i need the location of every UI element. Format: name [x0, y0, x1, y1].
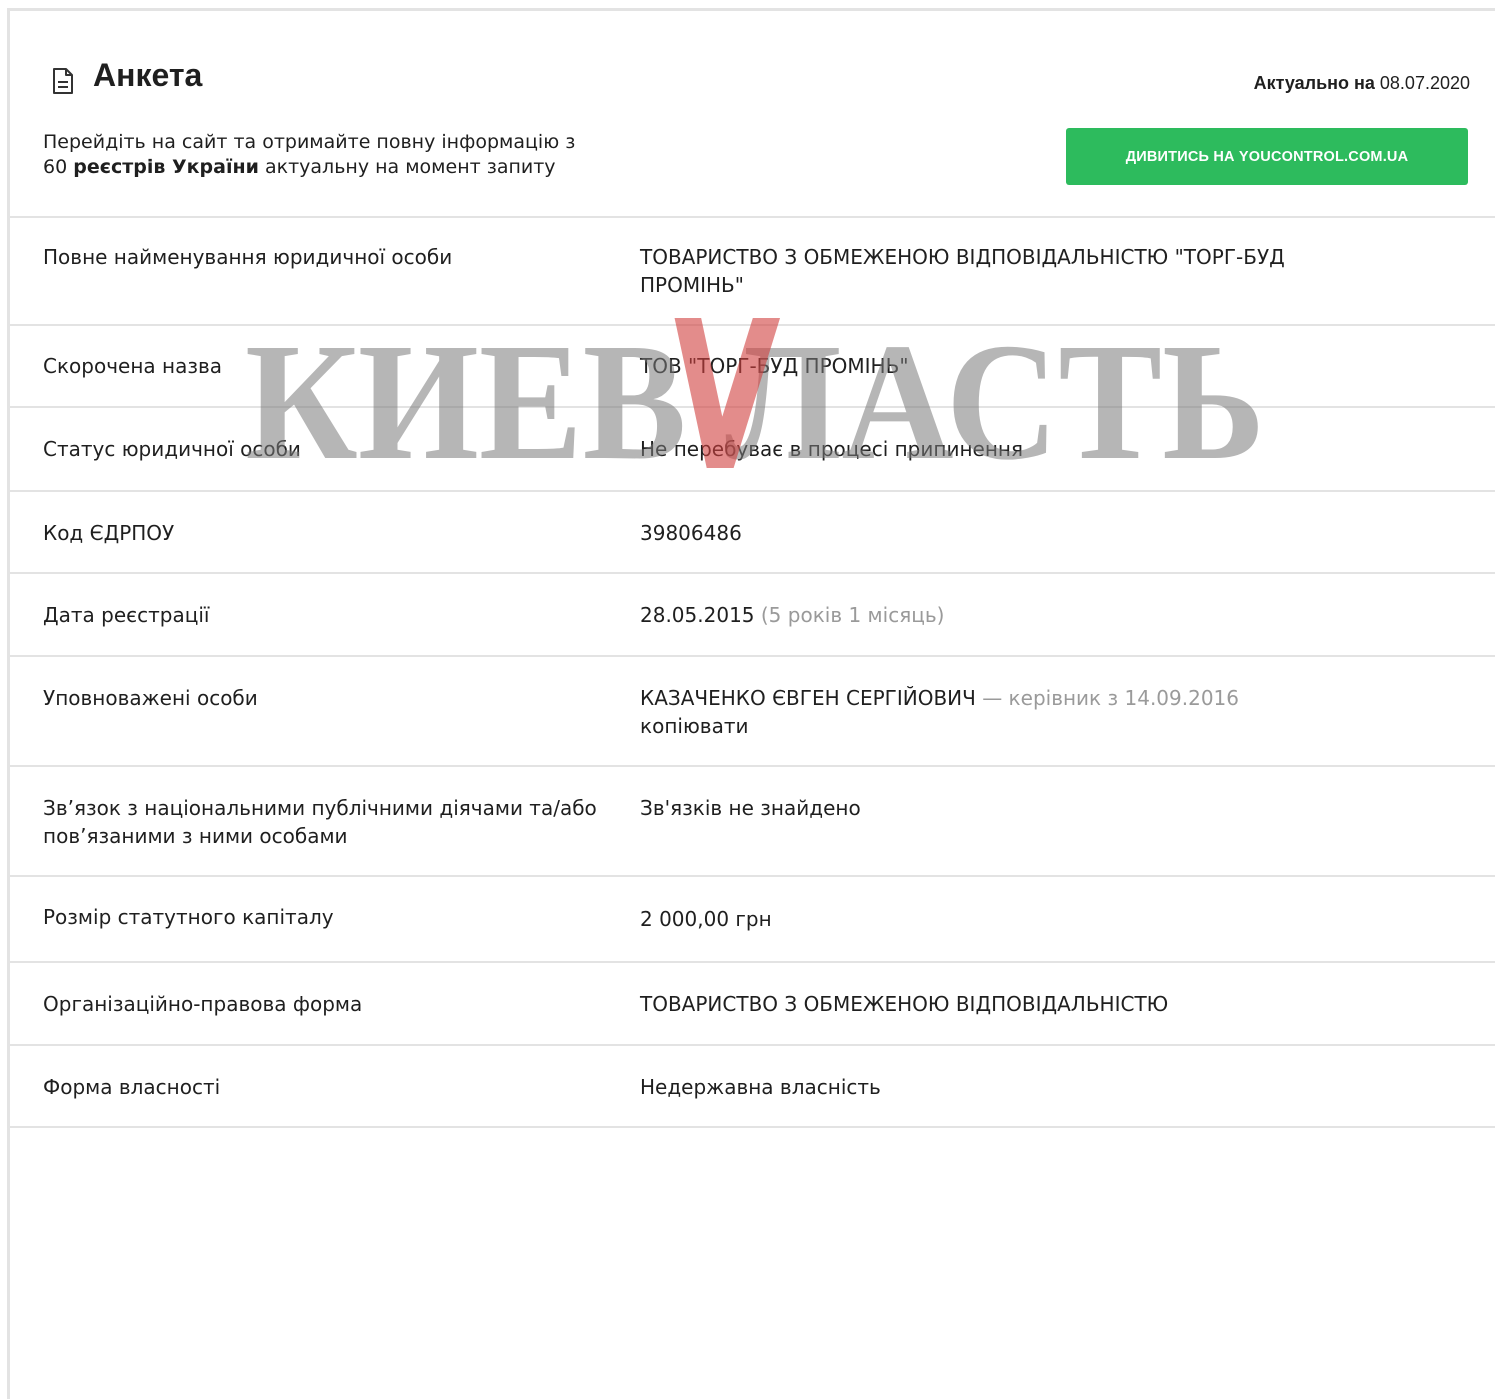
edrpou-label: Код ЄДРПОУ — [43, 521, 175, 545]
row-capital: Розмір статутного капіталу 2 000,00 грн — [10, 877, 1495, 963]
authorized-person-name: КАЗАЧЕНКО ЄВГЕН СЕРГІЙОВИЧ — [640, 686, 976, 710]
actual-date: Актуально на 08.07.2020 — [1254, 73, 1470, 94]
status-label: Статус юридичної особи — [43, 437, 301, 461]
actual-date-label: Актуально на — [1253, 73, 1375, 93]
row-status: Статус юридичної особи Не перебуває в пр… — [10, 408, 1495, 492]
reg-date: 28.05.2015 — [640, 603, 755, 627]
reg-date-label: Дата реєстрації — [43, 603, 210, 627]
pep-value: Зв'язків не знайдено — [640, 796, 861, 820]
short-name-value: ТОВ "ТОРГ-БУД ПРОМІНЬ" — [640, 354, 909, 378]
ownership-value: Недержавна власність — [640, 1075, 881, 1099]
copy-link[interactable]: копіювати — [640, 714, 748, 738]
pep-label: Зв’язок з національними публічними діяча… — [43, 796, 597, 848]
document-icon — [53, 68, 73, 94]
profile-header: Анкета Актуально на 08.07.2020 Перейдіть… — [10, 11, 1495, 218]
page-title: Анкета — [93, 57, 203, 93]
short-name-label: Скорочена назва — [43, 354, 223, 378]
promo-rest: актуальну на момент запиту — [264, 156, 556, 178]
legal-form-label: Організаційно-правова форма — [43, 992, 363, 1016]
profile-table: Повне найменування юридичної особи ТОВАР… — [10, 216, 1495, 1128]
promo-bold: реєстрів України — [73, 156, 259, 178]
authorized-value: КАЗАЧЕНКО ЄВГЕН СЕРГІЙОВИЧ — керівник з … — [640, 684, 1400, 740]
promo-line: Перейдіть на сайт та отримайте повну інф… — [43, 131, 576, 153]
promo-count: 60 — [43, 156, 68, 178]
row-ownership: Форма власності Недержавна власність — [10, 1046, 1495, 1128]
row-authorized-persons: Уповноважені особи КАЗАЧЕНКО ЄВГЕН СЕРГІ… — [10, 657, 1495, 767]
edrpou-value: 39806486 — [640, 521, 742, 545]
company-profile-card: Анкета Актуально на 08.07.2020 Перейдіть… — [7, 8, 1495, 1399]
legal-form-value: ТОВАРИСТВО З ОБМЕЖЕНОЮ ВІДПОВІДАЛЬНІСТЮ — [640, 992, 1169, 1016]
row-legal-form: Організаційно-правова форма ТОВАРИСТВО З… — [10, 963, 1495, 1046]
row-pep-links: Зв’язок з національними публічними діяча… — [10, 767, 1495, 877]
authorized-person-role: — керівник з 14.09.2016 — [982, 686, 1239, 710]
full-name-label: Повне найменування юридичної особи — [43, 245, 453, 269]
row-edrpou: Код ЄДРПОУ 39806486 — [10, 492, 1495, 574]
row-full-name: Повне найменування юридичної особи ТОВАР… — [10, 216, 1495, 326]
promo-text: Перейдіть на сайт та отримайте повну інф… — [43, 130, 643, 180]
reg-date-age: (5 років 1 місяць) — [760, 603, 945, 627]
authorized-label: Уповноважені особи — [43, 686, 258, 710]
status-value: Не перебуває в процесі припинення — [640, 437, 1024, 461]
reg-date-value: 28.05.2015 (5 років 1 місяць) — [640, 601, 1400, 629]
capital-label: Розмір статутного капіталу — [43, 905, 334, 929]
capital-value: 2 000,00 грн — [640, 907, 772, 931]
row-short-name: Скорочена назва ТОВ "ТОРГ-БУД ПРОМІНЬ" — [10, 326, 1495, 408]
row-registration-date: Дата реєстрації 28.05.2015 (5 років 1 мі… — [10, 574, 1495, 657]
full-name-value: ТОВАРИСТВО З ОБМЕЖЕНОЮ ВІДПОВІДАЛЬНІСТЮ … — [640, 245, 1285, 297]
view-on-youcontrol-button[interactable]: ДИВИТИСЬ НА YOUCONTROL.COM.UA — [1066, 128, 1468, 185]
actual-date-value: 08.07.2020 — [1379, 73, 1470, 93]
ownership-label: Форма власності — [43, 1075, 221, 1099]
